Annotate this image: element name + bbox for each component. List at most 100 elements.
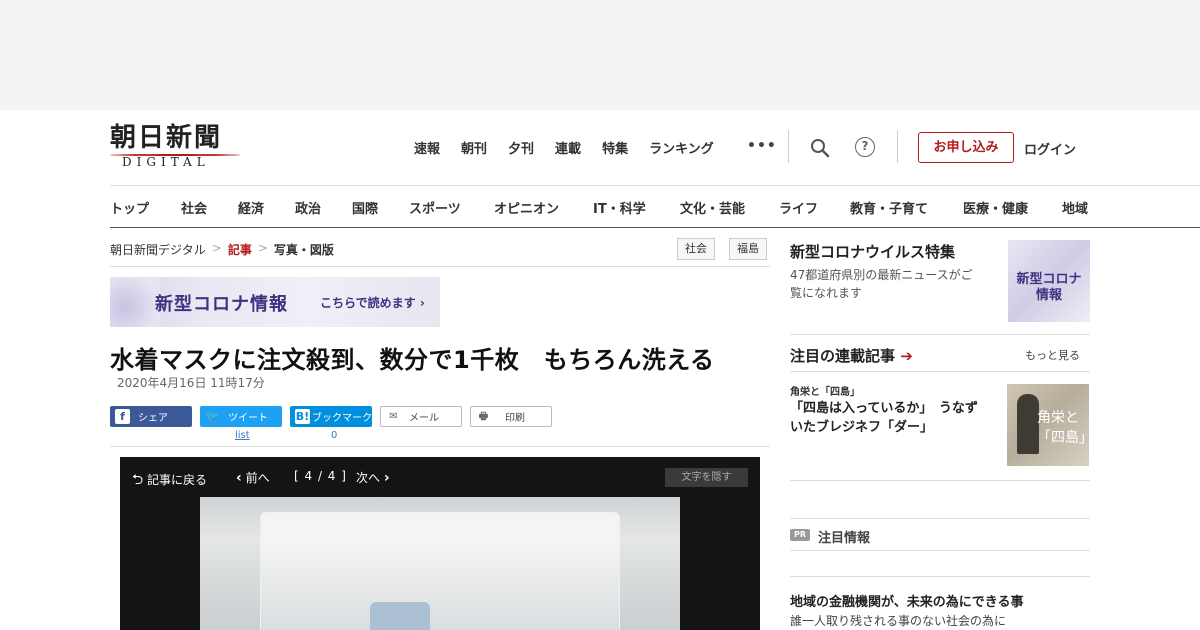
- print-label: 印刷: [505, 413, 525, 424]
- photo-mask-shape: [370, 602, 430, 630]
- next-photo-button[interactable]: 次へ ›: [356, 469, 390, 486]
- facebook-share-button[interactable]: f シェア: [110, 406, 192, 427]
- next-label: 次へ: [356, 471, 381, 485]
- series-headline-line: いたブレジネフ「ダー」: [790, 420, 934, 435]
- hatena-count[interactable]: 0: [331, 430, 337, 441]
- cat-international[interactable]: 国際: [352, 198, 378, 217]
- corona-banner-title: 新型コロナ情報: [155, 294, 288, 315]
- undo-arrow-icon: ⮌: [132, 472, 144, 488]
- divider: [110, 266, 770, 267]
- cat-it-science[interactable]: IT・科学: [593, 198, 646, 217]
- topnav-rensai[interactable]: 連載: [555, 138, 581, 157]
- topnav-chokan[interactable]: 朝刊: [461, 138, 487, 157]
- mail-icon: ✉: [389, 411, 398, 422]
- tag-society[interactable]: 社会: [677, 238, 715, 260]
- pr-badge: PR: [790, 529, 810, 541]
- cat-culture[interactable]: 文化・芸能: [680, 198, 745, 217]
- logo-swoosh: [110, 153, 240, 157]
- corona-info-banner[interactable]: 新型コロナ情報 こちらで読めます ›: [110, 277, 440, 327]
- facebook-icon: f: [115, 409, 130, 424]
- corona-feature-title[interactable]: 新型コロナウイルス特集: [790, 241, 955, 262]
- header-divider: [897, 130, 898, 163]
- thumb-text: 角栄と 「四島」: [1037, 408, 1089, 448]
- breadcrumb-article[interactable]: 記事: [228, 241, 252, 258]
- logo-kanji: 朝日新聞: [110, 123, 223, 153]
- corona-feature-thumbnail[interactable]: 新型コロナ 情報: [1008, 240, 1090, 322]
- topnav-tokushu[interactable]: 特集: [602, 138, 628, 157]
- twitter-icon: 🐦: [205, 410, 220, 423]
- header-divider: [788, 130, 789, 163]
- topnav-yukan[interactable]: 夕刊: [508, 138, 534, 157]
- cat-politics[interactable]: 政治: [295, 198, 321, 217]
- breadcrumb-page: 写真・図版: [273, 243, 334, 257]
- cat-education[interactable]: 教育・子育て: [850, 198, 928, 217]
- twitter-count[interactable]: list: [235, 430, 250, 441]
- series-headline[interactable]: 「四島は入っているか」 うなず いたブレジネフ「ダー」: [790, 399, 1005, 437]
- hatena-bookmark-button[interactable]: B! ブックマーク: [290, 406, 372, 427]
- banner-decoration: [110, 277, 160, 327]
- cat-region[interactable]: 地域: [1062, 198, 1088, 217]
- login-link[interactable]: ログイン: [1024, 139, 1076, 158]
- photo-viewer: ⮌ 記事に戻る ‹ 前へ [ 4 / 4 ] 次へ › 文字を隠す: [120, 457, 760, 630]
- topnav-sokuho[interactable]: 速報: [414, 138, 440, 157]
- photo-bag-shape: [260, 512, 620, 630]
- breadcrumb-sep: >: [211, 241, 222, 255]
- twitter-share-button[interactable]: 🐦 ツイート: [200, 406, 282, 427]
- more-menu-icon[interactable]: •••: [747, 138, 777, 154]
- logo-digital: DIGITAL: [122, 155, 210, 169]
- print-button[interactable]: 🖶 印刷: [470, 406, 552, 427]
- breadcrumb-home[interactable]: 朝日新聞デジタル: [110, 241, 206, 258]
- site-header: 朝日新聞 DIGITAL 速報 朝刊 夕刊 連載 特集 ランキング ••• ? …: [0, 110, 1200, 185]
- cat-top[interactable]: トップ: [110, 198, 149, 217]
- series-headline-line: 「四島は入っているか」 うなず: [790, 401, 978, 416]
- cat-economy[interactable]: 経済: [238, 198, 264, 217]
- print-icon: 🖶: [478, 411, 489, 422]
- divider: [790, 480, 1090, 481]
- prev-label: 前へ: [245, 471, 270, 485]
- more-series-link[interactable]: もっと見る: [1025, 347, 1080, 363]
- back-to-article-label: 記事に戻る: [147, 473, 208, 487]
- prev-photo-button[interactable]: ‹ 前へ: [236, 469, 270, 486]
- divider: [790, 576, 1090, 577]
- mail-share-button[interactable]: ✉ メール: [380, 406, 462, 427]
- top-ad-banner: [0, 0, 1200, 110]
- divider: [790, 550, 1090, 551]
- pr-article-headline[interactable]: 地域の金融機関が、未来の為にできる事: [790, 591, 1023, 610]
- series-section-title: 注目の連載記事 ➔: [790, 345, 913, 366]
- help-icon[interactable]: ?: [855, 137, 875, 157]
- search-icon[interactable]: [810, 138, 830, 158]
- thumb-figure: [1017, 394, 1039, 454]
- facebook-share-label: シェア: [138, 413, 168, 424]
- corona-banner-cta: こちらで読めます ›: [320, 296, 425, 310]
- hide-text-button[interactable]: 文字を隠す: [665, 468, 748, 487]
- back-to-article[interactable]: ⮌ 記事に戻る: [132, 469, 207, 493]
- thumb-text: 情報: [1035, 288, 1062, 303]
- thumb-text-line: 「四島」: [1037, 430, 1089, 446]
- mail-label: メール: [409, 413, 439, 424]
- cat-sports[interactable]: スポーツ: [409, 198, 461, 217]
- photo-counter: [ 4 / 4 ]: [294, 469, 347, 483]
- twitter-share-label: ツイート: [228, 413, 268, 424]
- series-thumbnail[interactable]: 角栄と 「四島」: [1007, 384, 1089, 466]
- cat-life[interactable]: ライフ: [779, 198, 818, 217]
- pr-article-subtext: 誰一人取り残される事のない社会の為に: [790, 614, 1007, 628]
- divider: [790, 371, 1090, 372]
- tag-fukushima[interactable]: 福島: [729, 238, 767, 260]
- divider: [790, 518, 1090, 519]
- chevron-left-icon: ‹: [236, 470, 242, 486]
- apply-button[interactable]: お申し込み: [918, 132, 1014, 163]
- divider: [110, 446, 770, 447]
- article-headline: 水着マスクに注文殺到、数分で1千枚 もちろん洗える: [110, 346, 715, 374]
- hatena-label: ブックマーク: [312, 413, 372, 424]
- site-logo[interactable]: 朝日新聞 DIGITAL: [110, 123, 245, 169]
- cat-opinion[interactable]: オピニオン: [494, 198, 559, 217]
- cat-society[interactable]: 社会: [181, 198, 207, 217]
- topnav-ranking[interactable]: ランキング: [649, 138, 714, 157]
- cat-health[interactable]: 医療・健康: [963, 198, 1028, 217]
- article-date: 2020年4月16日 11時17分: [117, 376, 265, 390]
- chevron-right-icon: ›: [383, 470, 390, 486]
- thumb-text-line: 角栄と: [1037, 410, 1079, 426]
- pr-section-title: 注目情報: [818, 531, 871, 546]
- breadcrumb-sep: >: [257, 241, 268, 255]
- series-title-text: 注目の連載記事: [790, 347, 896, 365]
